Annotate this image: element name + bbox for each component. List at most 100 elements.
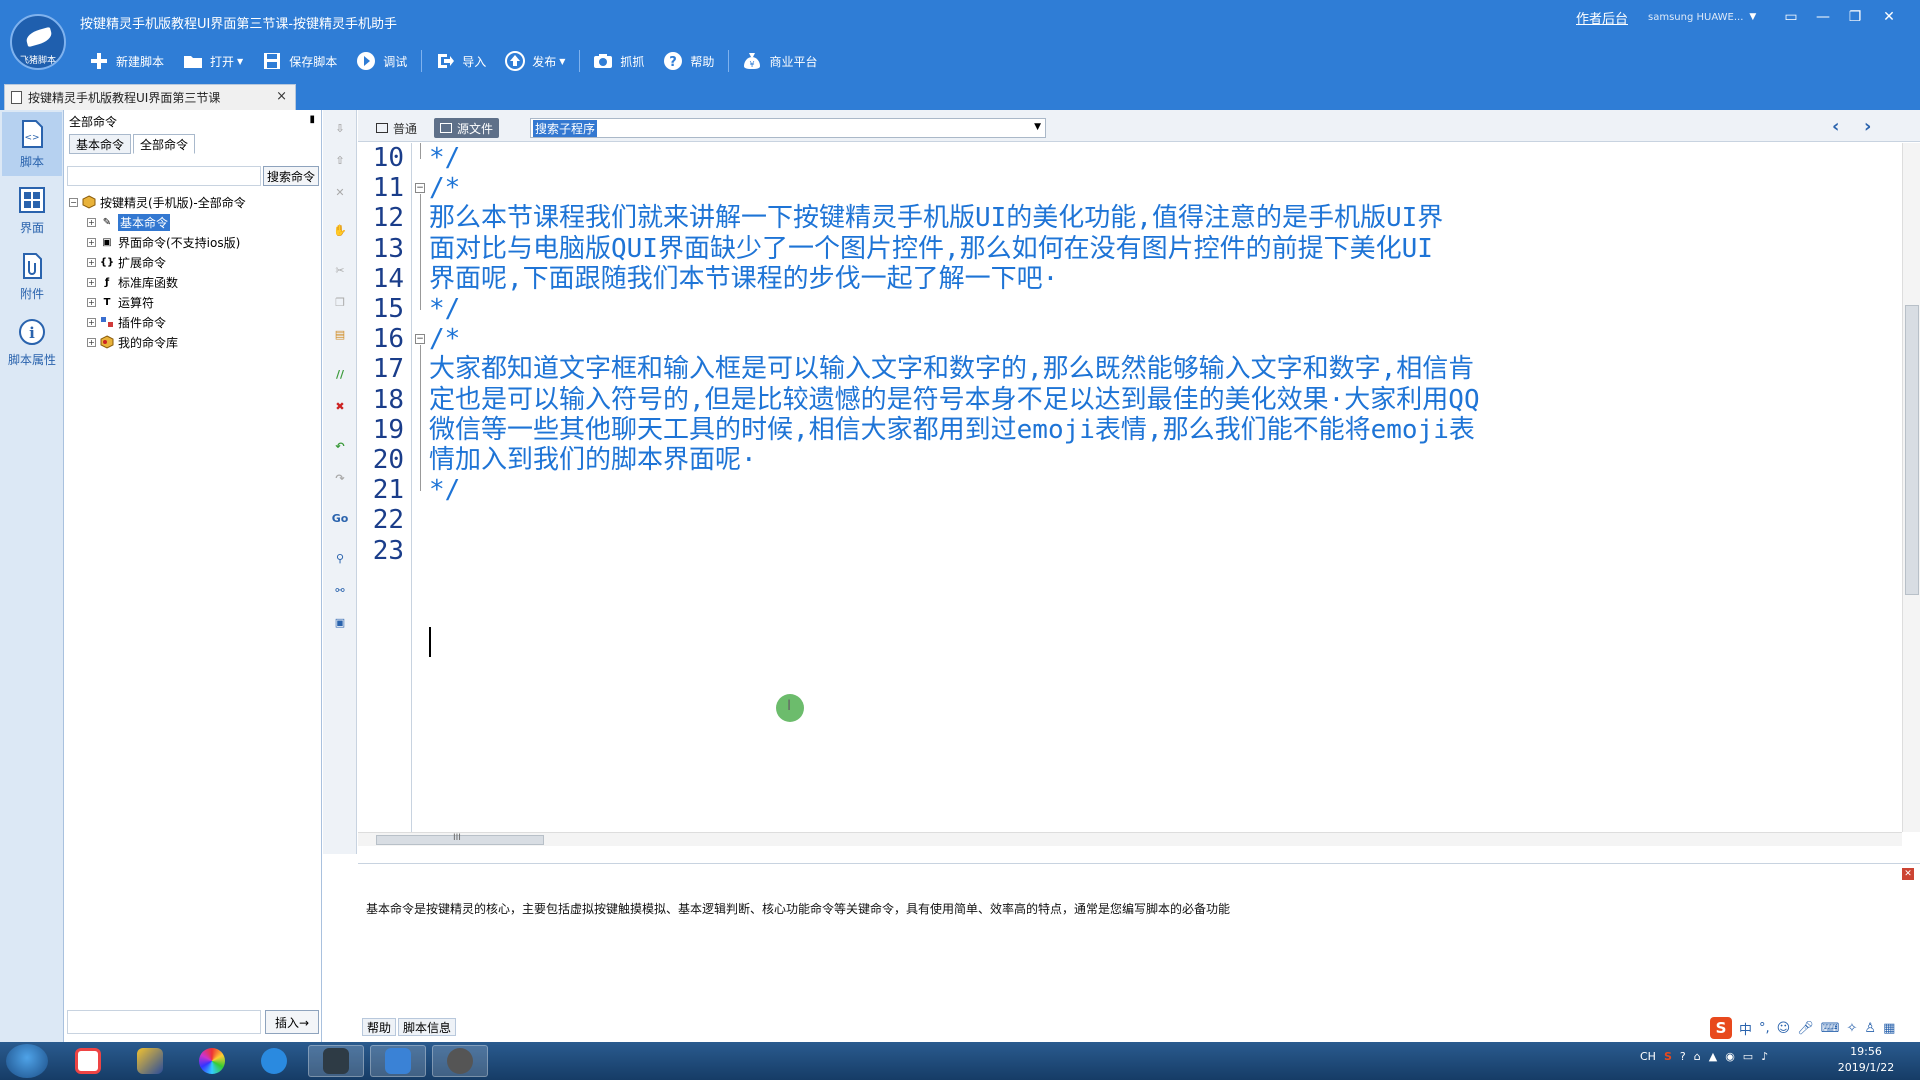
taskbar-app[interactable] — [122, 1045, 178, 1077]
chevron-right-icon[interactable]: › — [1864, 116, 1871, 137]
horizontal-scrollbar[interactable]: III — [358, 832, 1902, 846]
start-button[interactable] — [6, 1044, 48, 1078]
display-icon[interactable]: ▭ — [1743, 1050, 1753, 1063]
fold-toggle-icon[interactable]: − — [415, 183, 425, 194]
arrow-up-icon[interactable]: ⇧ — [332, 152, 348, 168]
expand-icon[interactable]: + — [87, 337, 96, 347]
language-indicator[interactable]: CH — [1640, 1050, 1656, 1063]
save-script-button[interactable]: 保存脚本 — [253, 49, 347, 73]
volume-icon[interactable]: ♪ — [1761, 1050, 1768, 1063]
copy-icon[interactable]: ❐ — [332, 294, 348, 310]
new-script-button[interactable]: 新建脚本 — [80, 49, 174, 73]
source-mode-button[interactable]: 源文件 — [434, 118, 500, 138]
insert-input[interactable] — [67, 1010, 261, 1034]
document-tab[interactable]: 按键精灵手机版教程UI界面第三节课 × — [4, 84, 296, 110]
punctuation-icon[interactable]: °, — [1759, 1021, 1770, 1036]
network-icon[interactable]: ⌂ — [1694, 1050, 1701, 1063]
help-tray-icon[interactable]: ? — [1680, 1050, 1686, 1063]
pin-icon[interactable]: ▮ — [309, 114, 315, 125]
close-icon[interactable]: ✕ — [1876, 6, 1902, 28]
skin-icon[interactable]: ▭ — [1778, 6, 1804, 28]
hand-icon[interactable]: ✋ — [332, 222, 348, 238]
paste-icon[interactable]: ▤ — [332, 326, 348, 342]
tree-item[interactable]: + T 运算符 — [69, 292, 319, 312]
help-button[interactable]: ? 帮助 — [654, 49, 724, 73]
tab-script-info[interactable]: 脚本信息 — [398, 1018, 457, 1036]
device-select[interactable]: samsung HUAWE... ▼ — [1648, 8, 1764, 26]
emoji-icon[interactable]: ☺ — [1777, 1021, 1791, 1036]
taskbar-app[interactable] — [246, 1045, 302, 1077]
taskbar-app[interactable] — [370, 1045, 426, 1077]
replace-icon[interactable]: ⚯ — [332, 582, 348, 598]
nav-script[interactable]: <> 脚本 — [2, 112, 62, 176]
mic-icon[interactable]: 🎤︎ — [1797, 1021, 1814, 1036]
fold-toggle-icon[interactable]: − — [415, 334, 425, 345]
tree-item[interactable]: + 插件命令 — [69, 312, 319, 332]
normal-mode-button[interactable]: 普通 — [370, 118, 423, 138]
taskbar-app[interactable] — [308, 1045, 364, 1077]
publish-button[interactable]: 发布 ▼ — [496, 49, 575, 73]
capture-button[interactable]: 抓抓 — [584, 49, 654, 73]
view-icon[interactable]: ▣ — [332, 614, 348, 630]
delete-icon[interactable]: ✕ — [332, 184, 348, 200]
search-command-button[interactable]: 搜索命令 — [263, 166, 319, 186]
expand-icon[interactable]: + — [87, 237, 96, 247]
find-icon[interactable]: ⚲ — [332, 550, 348, 566]
shirt-icon[interactable]: ♙ — [1864, 1021, 1876, 1036]
chevron-left-icon[interactable]: ‹ — [1832, 116, 1839, 137]
tab-all-commands[interactable]: 全部命令 — [133, 134, 196, 154]
arrow-down-icon[interactable]: ⇩ — [332, 120, 348, 136]
ime-mode[interactable]: 中 — [1739, 1019, 1752, 1038]
taskbar-app[interactable] — [60, 1045, 116, 1077]
taskbar-app[interactable] — [184, 1045, 240, 1077]
expand-icon[interactable]: + — [87, 317, 96, 327]
restore-icon[interactable]: ❐ — [1842, 6, 1868, 28]
expand-icon[interactable]: + — [87, 217, 96, 227]
tree-item[interactable]: + 我的命令库 — [69, 332, 319, 352]
comment-icon[interactable]: // — [332, 366, 348, 382]
tree-root[interactable]: − 按键精灵(手机版)-全部命令 — [69, 192, 319, 212]
nav-script-props[interactable]: i 脚本属性 — [2, 310, 62, 374]
grid-icon[interactable]: ▦ — [1883, 1021, 1895, 1036]
command-search-input[interactable] — [67, 166, 261, 186]
tab-basic-commands[interactable]: 基本命令 — [69, 134, 132, 154]
uncomment-icon[interactable]: ✖ — [332, 398, 348, 414]
tray-expand-icon[interactable]: ▲ — [1709, 1050, 1717, 1063]
expand-icon[interactable]: + — [87, 257, 96, 267]
subroutine-select[interactable]: 搜索子程序 ▼ — [530, 118, 1046, 138]
code-editor[interactable]: 10 11 12 13 14 15 16 17 18 19 20 21 22 23 *//* 那么本节课程我… — [358, 143, 1920, 846]
qq-icon[interactable]: ◉ — [1725, 1050, 1735, 1063]
close-icon[interactable]: ✕ — [1902, 868, 1914, 880]
nav-attachment[interactable]: 附件 — [2, 244, 62, 308]
scroll-thumb[interactable] — [1905, 305, 1919, 595]
insert-button[interactable]: 插入→ — [265, 1010, 319, 1034]
clock[interactable]: 19:56 2019/1/22 — [1826, 1044, 1906, 1076]
tree-item[interactable]: + ▣ 界面命令(不支持ios版) — [69, 232, 319, 252]
redo-icon[interactable]: ↷ — [332, 470, 348, 486]
sogou-icon[interactable]: S — [1710, 1017, 1732, 1039]
tree-item[interactable]: + ƒ 标准库函数 — [69, 272, 319, 292]
undo-icon[interactable]: ↶ — [332, 438, 348, 454]
open-button[interactable]: 打开 ▼ — [174, 49, 253, 73]
nav-ui[interactable]: 界面 — [2, 178, 62, 242]
scroll-thumb[interactable]: III — [376, 833, 544, 845]
author-backend-link[interactable]: 作者后台 — [1576, 8, 1628, 27]
vertical-scrollbar[interactable] — [1902, 143, 1920, 832]
debug-button[interactable]: 调试 — [347, 49, 417, 73]
collapse-icon[interactable]: − — [69, 197, 78, 207]
tree-item[interactable]: + {} 扩展命令 — [69, 252, 319, 272]
tab-close-icon[interactable]: × — [276, 89, 287, 104]
cut-icon[interactable]: ✂ — [332, 262, 348, 278]
goto-icon[interactable]: Go — [332, 510, 349, 526]
skin-icon[interactable]: ✧ — [1847, 1021, 1858, 1036]
expand-icon[interactable]: + — [87, 297, 96, 307]
tree-item[interactable]: + ✎ 基本命令 — [69, 212, 319, 232]
tab-help[interactable]: 帮助 — [362, 1018, 397, 1036]
minimize-icon[interactable]: — — [1810, 6, 1836, 28]
store-button[interactable]: ¥ 商业平台 — [733, 49, 827, 73]
import-button[interactable]: 导入 — [426, 49, 496, 73]
keyboard-icon[interactable]: ⌨ — [1821, 1021, 1840, 1036]
sogou-tray-icon[interactable]: S — [1664, 1050, 1672, 1063]
taskbar-app[interactable] — [432, 1045, 488, 1077]
expand-icon[interactable]: + — [87, 277, 96, 287]
